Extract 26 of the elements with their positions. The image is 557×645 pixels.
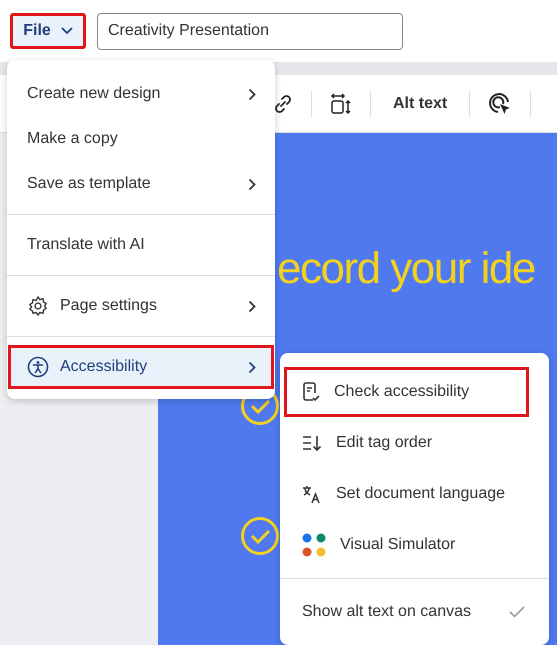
menu-item[interactable]: Make a copy bbox=[8, 117, 274, 161]
resize-icon[interactable] bbox=[330, 92, 352, 114]
alt-text-button[interactable]: Alt text bbox=[389, 94, 452, 112]
checked-document-icon bbox=[302, 382, 320, 402]
menu-item[interactable]: Set document language bbox=[284, 469, 545, 519]
chevron-down-icon bbox=[60, 27, 73, 35]
menu-item[interactable]: Translate with AI bbox=[8, 223, 274, 267]
menu-item[interactable]: Accessibility bbox=[8, 345, 274, 389]
menu-item[interactable]: Visual Simulator bbox=[284, 520, 545, 570]
menu-item[interactable]: Edit tag order bbox=[284, 418, 545, 468]
file-button[interactable]: File bbox=[10, 13, 86, 49]
link-icon[interactable] bbox=[273, 94, 293, 114]
cursor-circle-icon[interactable] bbox=[488, 92, 512, 116]
translate-icon bbox=[302, 484, 322, 504]
gear-icon bbox=[27, 295, 49, 317]
slide-headline: ecord your ide bbox=[277, 243, 535, 295]
menu-item[interactable]: Create new design bbox=[8, 72, 274, 116]
menu-item[interactable]: Save as template bbox=[8, 162, 274, 206]
list-order-icon bbox=[302, 434, 322, 452]
menu-item[interactable]: Check accessibility bbox=[284, 367, 529, 417]
four-dots-icon bbox=[302, 533, 326, 557]
title-field[interactable]: Creativity Presentation bbox=[97, 12, 403, 50]
menu-item[interactable]: Page settings bbox=[8, 284, 274, 328]
accessibility-icon bbox=[27, 356, 49, 378]
check-circle-icon bbox=[240, 516, 280, 556]
menu-item[interactable]: Show alt text on canvas bbox=[284, 587, 545, 637]
